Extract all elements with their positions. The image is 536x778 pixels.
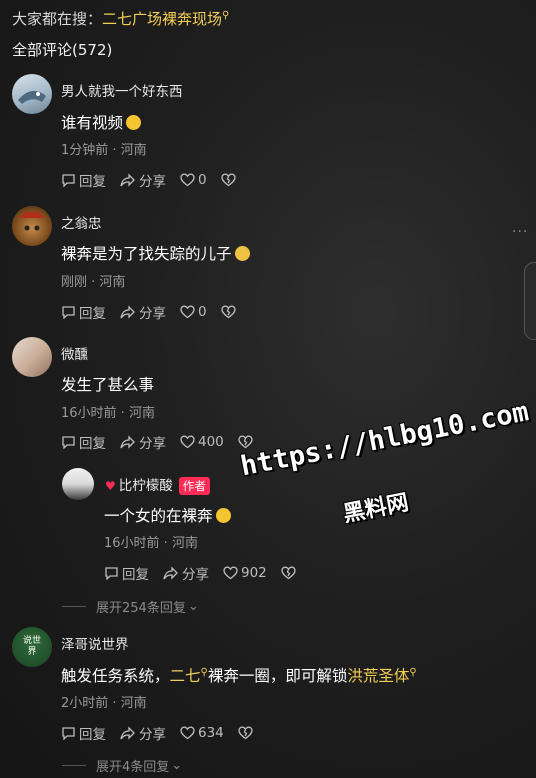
search-icon: ⚲	[222, 10, 230, 21]
dislike-button[interactable]	[238, 435, 256, 449]
share-arrow-icon	[120, 726, 135, 740]
like-button[interactable]: 400	[180, 434, 224, 450]
comment-text: 触发任务系统，二七⚲裸奔一圈，即可解锁洪荒圣体⚲	[61, 666, 417, 685]
share-arrow-icon	[120, 173, 135, 187]
comment-meta: 2小时前 · 河南	[61, 696, 147, 711]
avatar[interactable]	[12, 74, 52, 114]
watermark-url: https://hlbg10.com	[238, 396, 532, 483]
comment-actions: 回复 分享 0	[61, 170, 253, 190]
comment-text: 谁有视频	[61, 111, 142, 133]
like-button[interactable]: 634	[180, 725, 224, 741]
like-button[interactable]: 902	[223, 565, 267, 581]
more-options-icon[interactable]: ···	[512, 224, 528, 240]
broken-heart-icon	[220, 173, 236, 187]
broken-heart-icon	[281, 566, 296, 580]
red-heart-icon: ♥	[105, 479, 116, 493]
comment-actions: 回复 分享 634	[61, 723, 270, 743]
crying-emoji-icon	[234, 246, 250, 261]
speech-bubble-icon	[62, 174, 75, 187]
search-link[interactable]: 洪荒圣体⚲	[347, 667, 416, 685]
like-button[interactable]: 0	[180, 304, 207, 320]
search-icon: ⚲	[409, 666, 417, 678]
avatar-label: 说世界	[22, 636, 41, 657]
broken-heart-icon	[238, 435, 253, 449]
comment-author[interactable]: 男人就我一个好东西	[61, 80, 183, 100]
heart-icon	[180, 726, 195, 740]
heart-icon	[180, 305, 195, 319]
comment-author[interactable]: 之翁忠	[61, 212, 102, 232]
avatar[interactable]	[62, 468, 94, 500]
comment-meta: 16小时前 · 河南	[61, 406, 155, 421]
broken-heart-icon	[238, 726, 253, 740]
comment-author[interactable]: 微醺	[61, 343, 88, 363]
comment-actions: 回复 分享 400	[61, 432, 270, 452]
search-icon: ⚲	[200, 666, 208, 678]
speech-bubble-icon	[62, 306, 75, 319]
comment-text: 裸奔是为了找失踪的儿子	[61, 242, 250, 264]
expand-replies-link[interactable]: 展开254条回复 ⌄	[62, 597, 199, 616]
divider	[62, 765, 86, 766]
author-badge: 作者	[178, 477, 210, 495]
dislike-button[interactable]	[220, 173, 239, 187]
reply-button[interactable]: 回复	[104, 563, 149, 583]
speech-bubble-icon	[105, 567, 118, 580]
heart-icon	[223, 566, 238, 580]
dislike-button[interactable]	[220, 305, 239, 319]
share-arrow-icon	[120, 435, 135, 449]
avatar[interactable]: 说世界	[12, 627, 52, 667]
reply-actions: 回复 分享 902	[104, 563, 313, 583]
dislike-button[interactable]	[281, 566, 299, 580]
reply-text: 一个女的在裸奔	[104, 504, 231, 526]
speech-bubble-icon	[62, 436, 75, 449]
comment-text: 发生了甚么事	[61, 376, 155, 394]
share-arrow-icon	[163, 566, 178, 580]
watermark-site: 黑料网	[341, 490, 411, 528]
share-arrow-icon	[120, 305, 135, 319]
laugh-cry-emoji-icon	[215, 508, 231, 523]
search-suggestion[interactable]: 大家都在搜：二七广场裸奔现场⚲	[12, 8, 229, 29]
reply-button[interactable]: 回复	[61, 432, 106, 452]
side-panel-handle[interactable]	[524, 262, 536, 340]
share-button[interactable]: 分享	[163, 563, 209, 583]
share-button[interactable]: 分享	[120, 170, 166, 190]
reply-meta: 16小时前 · 河南	[104, 536, 198, 551]
share-button[interactable]: 分享	[120, 723, 166, 743]
shark-avatar-icon	[18, 90, 46, 104]
expand-replies-link[interactable]: 展开4条回复 ⌄	[62, 756, 182, 775]
share-button[interactable]: 分享	[120, 302, 166, 322]
comment-author[interactable]: 泽哥说世界	[61, 633, 129, 653]
reply-author[interactable]: ♥ 比柠檬酸 作者	[105, 474, 210, 495]
cat-avatar-icon	[18, 212, 46, 231]
dislike-button[interactable]	[238, 726, 256, 740]
reply-button[interactable]: 回复	[61, 170, 106, 190]
comment-actions: 回复 分享 0	[61, 302, 253, 322]
comment-meta: 1分钟前 · 河南	[61, 143, 147, 158]
reply-button[interactable]: 回复	[61, 723, 106, 743]
speech-bubble-icon	[62, 727, 75, 740]
comment-meta: 刚刚 · 河南	[61, 275, 126, 290]
chevron-down-icon: ⌄	[187, 599, 199, 614]
avatar[interactable]	[12, 206, 52, 246]
reply-button[interactable]: 回复	[61, 302, 106, 322]
heart-icon	[180, 435, 195, 449]
comment-count: 全部评论(572)	[12, 41, 113, 59]
like-button[interactable]: 0	[180, 172, 207, 188]
share-button[interactable]: 分享	[120, 432, 166, 452]
heart-icon	[180, 173, 195, 187]
divider	[62, 606, 86, 607]
search-link[interactable]: 二七⚲	[170, 667, 208, 685]
broken-heart-icon	[220, 305, 236, 319]
search-term-link[interactable]: 二七广场裸奔现场	[102, 10, 222, 28]
chevron-down-icon: ⌄	[171, 758, 183, 773]
laugh-cry-emoji-icon	[126, 115, 142, 130]
search-prefix: 大家都在搜：	[12, 10, 103, 28]
avatar[interactable]	[12, 337, 52, 377]
